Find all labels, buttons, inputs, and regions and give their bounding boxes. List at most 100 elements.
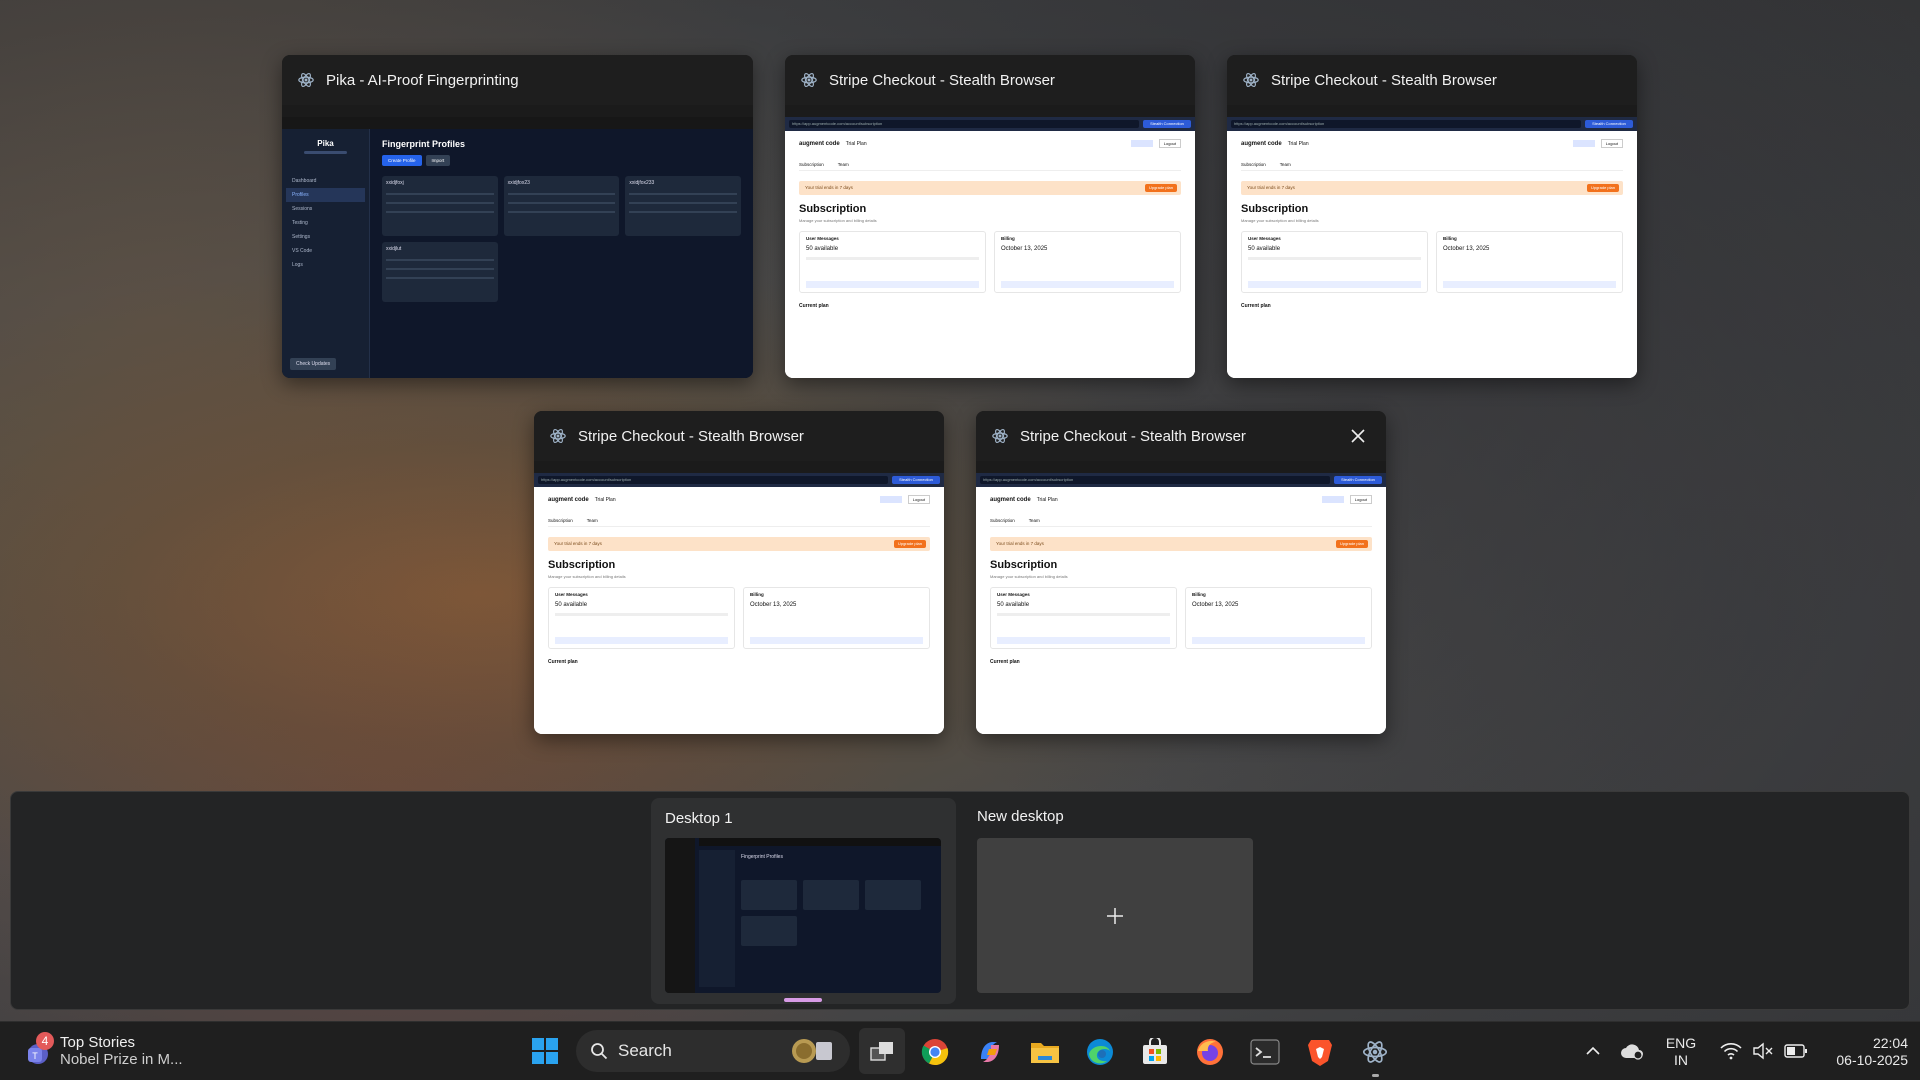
window-thumbnail-stripe-2[interactable]: Stripe Checkout - Stealth Browser https:… — [1227, 55, 1637, 378]
window-thumbnail-pika[interactable]: Pika - AI-Proof Fingerprinting Pika Dash… — [282, 55, 753, 378]
preview-card — [803, 880, 859, 910]
taskbar: T 4 Top Stories Nobel Prize in M... Sear… — [0, 1021, 1920, 1080]
taskbar-app-file-explorer[interactable] — [1025, 1032, 1065, 1072]
battery-icon — [1784, 1044, 1807, 1058]
electron-app-icon — [296, 70, 316, 90]
language-bottom: IN — [1674, 1052, 1688, 1068]
pika-app: Pika Dashboard Profiles Sessions Testing… — [282, 129, 753, 378]
window-titlebar: Stripe Checkout - Stealth Browser — [785, 55, 1195, 105]
usage-bar — [555, 613, 728, 616]
mini-connection-badge: Stealth Connection — [1334, 476, 1382, 484]
subscription-subtitle: Manage your subscription and billing det… — [548, 574, 626, 579]
virtual-desktops-panel — [10, 791, 1910, 1010]
task-view-button[interactable] — [859, 1028, 905, 1074]
language-indicator[interactable]: ENG IN — [1654, 1034, 1708, 1070]
close-window-button[interactable] — [1344, 422, 1372, 450]
current-plan-heading: Current plan — [1241, 303, 1271, 309]
user-messages-title: User Messages — [1248, 236, 1281, 241]
taskbar-app-brave[interactable] — [1300, 1032, 1340, 1072]
account-email — [880, 496, 902, 503]
account-email — [1131, 140, 1153, 147]
augment-logo: augment code — [548, 496, 589, 503]
electron-app-icon — [990, 426, 1010, 446]
taskbar-app-copilot[interactable] — [970, 1032, 1010, 1072]
card-name: xxidjfox233 — [629, 180, 655, 186]
subscription-cards: User Messages 50 available Billing Octob… — [990, 587, 1372, 649]
taskbar-app-store[interactable] — [1135, 1032, 1175, 1072]
window-preview: https://app.augmentcode.com/account/subs… — [785, 105, 1195, 378]
tab-subscription: Subscription — [990, 518, 1015, 523]
billing-date: October 13, 2025 — [1192, 602, 1239, 608]
subscription-cards: User Messages 50 available Billing Octob… — [799, 231, 1181, 293]
update-billing-button — [1443, 281, 1616, 288]
taskbar-app-firefox[interactable] — [1190, 1032, 1230, 1072]
taskbar-app-chrome[interactable] — [915, 1032, 955, 1072]
taskbar-app-electron[interactable] — [1355, 1032, 1395, 1072]
electron-app-icon — [799, 70, 819, 90]
window-thumbnail-stripe-4[interactable]: Stripe Checkout - Stealth Browser https:… — [976, 411, 1386, 734]
pika-main: Fingerprint Profiles Create Profile Impo… — [370, 129, 753, 378]
messages-available: 50 available — [555, 602, 588, 608]
trial-banner: Your trial ends in 7 days Upgrade plan — [799, 181, 1181, 195]
stripe-topbar: augment code Trial Plan Logout — [990, 495, 1372, 504]
start-button[interactable] — [526, 1032, 564, 1070]
preview-topbar — [699, 838, 941, 846]
clock[interactable]: 22:04 06-10-2025 — [1808, 1032, 1908, 1072]
stripe-page: augment code Trial Plan Logout Subscript… — [1227, 131, 1637, 378]
user-messages-card: User Messages 50 available — [1241, 231, 1428, 293]
card-line — [629, 202, 737, 204]
upgrade-messages-button — [1248, 281, 1421, 288]
taskbar-search[interactable]: Search — [576, 1030, 850, 1072]
onedrive-tray-icon[interactable] — [1618, 1038, 1646, 1064]
stripe-tabs: Subscription Team — [548, 518, 930, 527]
logout-button: Logout — [1349, 495, 1372, 504]
upgrade-button: Upgrade plan — [893, 540, 926, 548]
trial-banner-text: Your trial ends in 7 days — [805, 185, 853, 190]
news-widget[interactable]: T 4 Top Stories Nobel Prize in M... — [22, 1030, 202, 1072]
mini-connection-badge: Stealth Connection — [1143, 120, 1191, 128]
volume-muted-icon — [1753, 1042, 1773, 1060]
new-desktop-button[interactable] — [977, 838, 1253, 993]
stripe-tabs: Subscription Team — [990, 518, 1372, 527]
billing-card: Billing October 13, 2025 — [1185, 587, 1372, 649]
subscription-heading: Subscription — [799, 203, 867, 215]
show-hidden-icons-button[interactable] — [1580, 1038, 1606, 1064]
mini-url: https://app.augmentcode.com/account/subs… — [538, 476, 888, 484]
card-line — [386, 211, 494, 213]
preview-card — [741, 916, 797, 946]
window-thumbnail-stripe-3[interactable]: Stripe Checkout - Stealth Browser https:… — [534, 411, 944, 734]
window-title: Stripe Checkout - Stealth Browser — [578, 427, 804, 445]
billing-title: Billing — [1192, 592, 1206, 597]
billing-card: Billing October 13, 2025 — [743, 587, 930, 649]
tab-team: Team — [1028, 518, 1040, 523]
update-billing-button — [750, 637, 923, 644]
language-top: ENG — [1665, 1035, 1697, 1051]
desktop-1-preview[interactable]: Fingerprint Profiles — [665, 838, 941, 993]
taskbar-app-terminal[interactable] — [1245, 1032, 1285, 1072]
card-name: xxidjlut — [386, 246, 402, 252]
upgrade-messages-button — [806, 281, 979, 288]
task-view-icon — [870, 1042, 893, 1061]
messages-available: 50 available — [1248, 246, 1281, 252]
mini-titlebar — [976, 461, 1386, 473]
billing-date: October 13, 2025 — [1443, 246, 1490, 252]
card-line — [629, 193, 737, 195]
stripe-topbar: augment code Trial Plan Logout — [799, 139, 1181, 148]
card-line — [507, 193, 616, 195]
stripe-tabs: Subscription Team — [799, 162, 1181, 171]
news-badge: 4 — [36, 1032, 54, 1050]
mini-url: https://app.augmentcode.com/account/subs… — [980, 476, 1330, 484]
tab-team: Team — [586, 518, 598, 523]
subscription-subtitle: Manage your subscription and billing det… — [990, 574, 1068, 579]
card-line — [386, 268, 494, 270]
subscription-cards: User Messages 50 available Billing Octob… — [548, 587, 930, 649]
pika-check-updates: Check Updates — [290, 358, 337, 370]
network-volume-battery-group[interactable] — [1712, 1036, 1816, 1066]
taskbar-app-edge[interactable] — [1080, 1032, 1120, 1072]
card-line — [507, 202, 616, 204]
usage-bar — [1248, 257, 1421, 260]
billing-card: Billing October 13, 2025 — [994, 231, 1181, 293]
logout-button: Logout — [1158, 139, 1181, 148]
pika-nav-item: Testing — [292, 220, 308, 226]
window-thumbnail-stripe-1[interactable]: Stripe Checkout - Stealth Browser https:… — [785, 55, 1195, 378]
